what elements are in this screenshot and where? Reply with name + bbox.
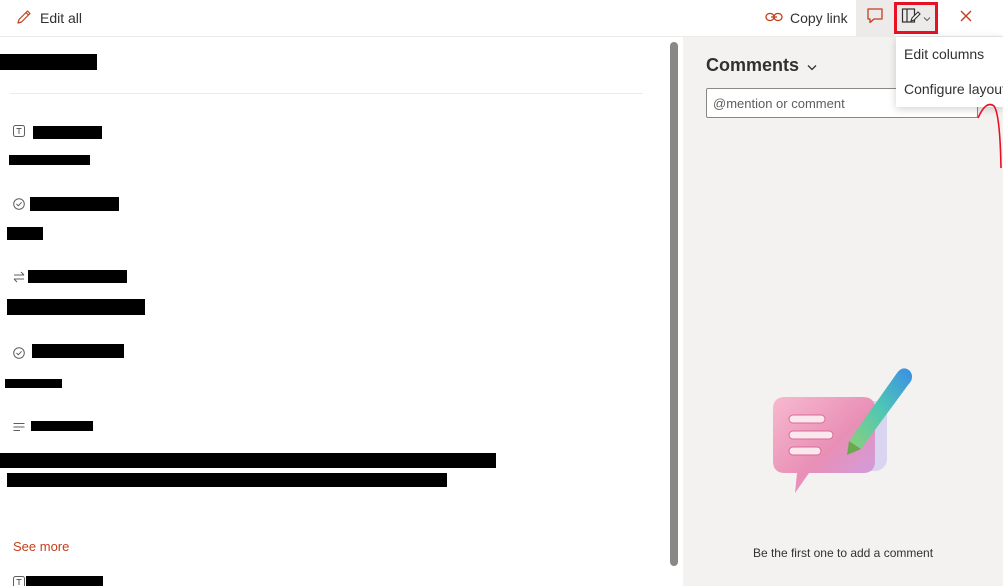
item-title-redacted [0,54,97,70]
text-field-icon [13,576,25,586]
field-value-redacted[interactable] [5,379,62,388]
multiline-text-icon [13,421,25,435]
field-value-redacted[interactable] [7,227,43,240]
field-label-redacted [31,421,93,431]
close-button[interactable] [950,3,982,33]
empty-comments-illustration [769,363,914,508]
check-circle-icon [13,347,25,361]
comment-icon [866,7,884,30]
field-label-redacted [33,126,102,139]
comments-pane: Comments @mention or comment Be the firs… [683,37,1003,586]
field-label-redacted [28,270,127,283]
pencil-icon [16,9,32,28]
see-more-link[interactable]: See more [13,539,69,554]
field-value-redacted [7,473,447,487]
layout-options-button[interactable] [894,2,938,34]
layout-options-menu: Edit columns Configure layout [896,37,1003,107]
comments-title: Comments [706,55,800,75]
copy-link-button[interactable]: Copy link [765,5,848,31]
text-field-icon [13,125,25,139]
annotation-mark [976,100,1003,175]
empty-comments-message: Be the first one to add a comment [752,546,934,560]
field-label-redacted [30,197,119,211]
chevron-down-icon [923,9,931,27]
check-circle-icon [13,198,25,212]
menu-item-edit-columns[interactable]: Edit columns [896,37,1003,72]
field-value-redacted[interactable] [7,299,145,315]
comments-header[interactable]: Comments [706,55,817,76]
comments-toggle-button[interactable] [856,0,894,36]
edit-all-label: Edit all [40,10,83,26]
details-scrollbar[interactable] [670,42,678,566]
field-value-redacted[interactable] [9,155,90,165]
field-value-redacted [0,453,496,468]
link-icon [765,10,783,26]
close-icon [959,9,973,28]
copy-link-label: Copy link [790,10,848,26]
item-details-pane: See more [0,37,682,586]
layout-edit-icon [901,7,921,30]
field-label-redacted [26,576,103,586]
edit-all-button[interactable]: Edit all [16,5,82,31]
title-divider [10,93,643,94]
swap-icon [13,271,25,285]
field-label-redacted [32,344,124,358]
command-bar: Edit all Copy link [0,0,1003,37]
chevron-down-icon [807,55,817,76]
